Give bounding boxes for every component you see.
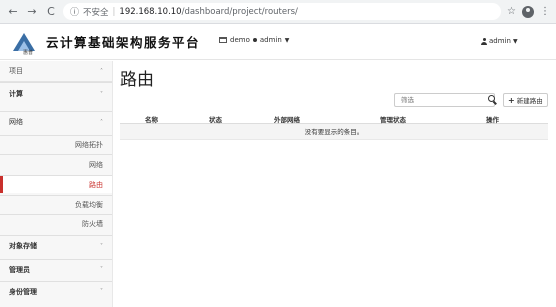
filter-input[interactable] [394,93,495,107]
app-header: 惠普 云计算基础架构服务平台 demo admin ▼ admin ▼ [0,24,556,60]
chevron-down-icon: ˅ [100,266,103,273]
empty-table-message: 没有要显示的条目。 [120,124,548,140]
chevron-up-icon: ˄ [100,67,103,75]
chevron-down-icon: ▼ [284,36,290,44]
chevron-down-icon: ˅ [100,90,103,98]
table-body: 没有要显示的条目。 [120,124,548,140]
sidebar-item-identity[interactable]: 身份管理 ˅ [0,281,112,301]
brand-title: 云计算基础架构服务平台 [46,35,201,50]
sidebar: 项目 ˄ 计算 ˅ 网络 ˄ 网络拓扑 网络 路由 负载均衡 防火墙 对象存储 … [0,61,113,307]
sidebar-item-label: 负载均衡 [75,200,103,209]
user-dropdown[interactable]: admin ▼ [481,37,518,45]
address-separator: | [112,6,116,17]
chevron-up-icon: ˄ [100,118,103,126]
url-host: 192.168.10.10 [119,6,182,17]
column-header-status[interactable]: 状态 [209,114,222,124]
search-icon[interactable] [488,95,498,105]
sidebar-item-project[interactable]: 项目 ˄ [0,61,112,82]
sidebar-item-label: 网络 [89,161,103,169]
sidebar-item-network-topology[interactable]: 网络拓扑 [0,135,112,153]
column-header-name[interactable]: 名称 [145,114,158,124]
forward-icon[interactable]: → [25,5,39,19]
sidebar-item-compute[interactable]: 计算 ˅ [0,82,112,105]
chevron-down-icon: ˅ [100,242,103,250]
project-separator-dot [252,38,257,42]
sidebar-item-routers[interactable]: 路由 [0,175,112,193]
profile-avatar-icon[interactable] [522,5,534,18]
sidebar-item-firewall[interactable]: 防火墙 [0,214,112,232]
chevron-down-icon: ˅ [100,288,103,295]
browser-toolbar: ← → C ⓘ 不安全 | 192.168.10.10/dashboard/pr… [0,0,556,24]
sidebar-item-label: 路由 [89,180,103,189]
sidebar-item-label: 管理员 [9,265,30,274]
logo-text: 惠普 [23,49,33,55]
project-user: admin [259,36,282,44]
create-router-button[interactable]: + 新建路由 [503,93,548,107]
sidebar-item-label: 网络拓扑 [75,140,103,149]
column-header-actions: 操作 [486,116,499,124]
sidebar-item-label: 身份管理 [9,287,37,296]
sidebar-item-networks[interactable]: 网络 [0,154,112,175]
sidebar-item-network[interactable]: 网络 ˄ [0,111,112,132]
table-header: 名称 状态 外部网络 管理状态 操作 [120,111,548,124]
address-bar[interactable]: ⓘ 不安全 | 192.168.10.10/dashboard/project/… [63,3,502,20]
page-layout: 项目 ˄ 计算 ˅ 网络 ˄ 网络拓扑 网络 路由 负载均衡 防火墙 对象存储 … [0,61,556,307]
reload-icon[interactable]: C [44,5,58,19]
routers-table: 名称 状态 外部网络 管理状态 操作 没有要显示的条目。 [120,111,548,140]
create-router-label: 新建路由 [516,97,543,105]
logo: 惠普 [10,29,40,56]
sidebar-item-object-storage[interactable]: 对象存储 ˅ [0,235,112,256]
security-label: 不安全 [83,7,109,18]
sidebar-item-admin[interactable]: 管理员 ˅ [0,259,112,279]
plus-icon: + [508,95,515,105]
sidebar-item-label: 对象存储 [9,242,37,250]
sidebar-item-load-balancer[interactable]: 负载均衡 [0,195,112,213]
project-dropdown[interactable]: demo admin ▼ [219,36,289,44]
info-icon[interactable]: ⓘ [70,5,79,18]
sidebar-item-label: 网络 [9,118,23,126]
url-path: /dashboard/project/routers/ [181,6,298,17]
bookmark-star-icon[interactable]: ☆ [507,6,516,17]
project-icon [219,37,227,43]
sidebar-item-label: 计算 [9,90,23,98]
user-icon [481,37,487,45]
column-header-external-network[interactable]: 外部网络 [274,114,300,124]
project-label: demo [230,36,250,44]
chevron-down-icon: ▼ [512,37,518,45]
column-header-admin-state[interactable]: 管理状态 [380,114,406,124]
browser-menu-icon[interactable]: ⋮ [540,6,550,17]
user-label: admin [489,37,511,45]
logo-icon: 惠普 [13,32,35,56]
sidebar-item-label: 项目 [9,67,23,75]
page-title: 路由 [120,70,154,90]
sidebar-item-label: 防火墙 [82,219,103,228]
back-icon[interactable]: ← [6,5,20,19]
